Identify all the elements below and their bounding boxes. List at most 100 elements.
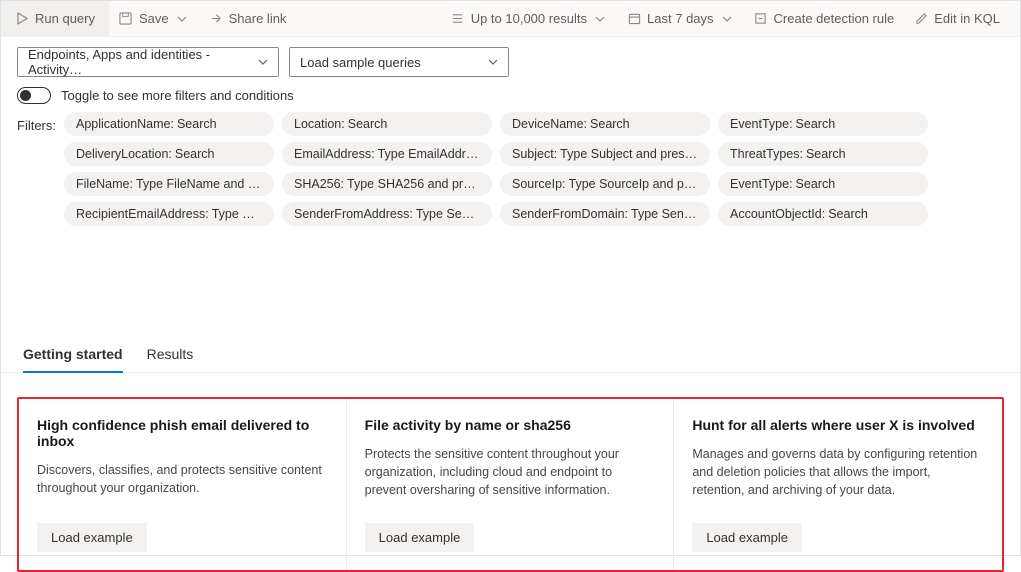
filter-value: Search: [796, 177, 836, 191]
save-label: Save: [139, 11, 169, 26]
filter-pill-location[interactable]: Location:Search: [282, 112, 492, 136]
create-detection-rule-button[interactable]: Create detection rule: [744, 1, 905, 37]
chevron-down-icon: [720, 12, 734, 26]
filter-pill-sha256[interactable]: SHA256:Type SHA256 and pres…: [282, 172, 492, 196]
load-example-button[interactable]: Load example: [365, 523, 475, 552]
list-icon: [451, 12, 465, 26]
tabs-bar: Getting started Results: [1, 336, 1020, 373]
card-title: Hunt for all alerts where user X is invo…: [692, 417, 984, 433]
example-card: High confidence phish email delivered to…: [19, 399, 347, 570]
card-title: High confidence phish email delivered to…: [37, 417, 328, 449]
results-limit-button[interactable]: Up to 10,000 results: [441, 1, 617, 37]
filter-pill-deliverylocation[interactable]: DeliveryLocation:Search: [64, 142, 274, 166]
save-button[interactable]: Save: [109, 1, 199, 37]
filter-value: Type SourceIp and pre…: [569, 177, 698, 191]
tab-getting-started[interactable]: Getting started: [23, 336, 123, 372]
card-description: Manages and governs data by configuring …: [692, 445, 984, 499]
filter-value: Type Send…: [416, 207, 480, 221]
edit-kql-label: Edit in KQL: [934, 11, 1000, 26]
calendar-icon: [627, 12, 641, 26]
example-card: Hunt for all alerts where user X is invo…: [674, 399, 1002, 570]
chevron-down-icon: [488, 57, 498, 67]
filter-value: Type Rec…: [212, 207, 262, 221]
filter-pill-filename[interactable]: FileName:Type FileName and pr…: [64, 172, 274, 196]
top-toolbar: Run query Save Share link Up to 10,000 r…: [1, 1, 1020, 37]
scope-select[interactable]: Endpoints, Apps and identities - Activit…: [17, 47, 279, 77]
filter-pill-senderfromaddress[interactable]: SenderFromAddress:Type Send…: [282, 202, 492, 226]
filter-name: DeviceName:: [512, 117, 587, 131]
toolbar-left-group: Run query Save Share link: [1, 1, 296, 37]
filter-pill-senderfromdomain[interactable]: SenderFromDomain:Type Sende…: [500, 202, 710, 226]
example-card: File activity by name or sha256 Protects …: [347, 399, 675, 570]
toolbar-right-group: Up to 10,000 results Last 7 days Create …: [441, 1, 1020, 37]
card-description: Protects the sensitive content throughou…: [365, 445, 656, 499]
filter-name: EventType:: [730, 117, 793, 131]
filter-pill-subject[interactable]: Subject:Type Subject and press …: [500, 142, 710, 166]
filter-name: RecipientEmailAddress:: [76, 207, 209, 221]
filters-grid: ApplicationName:SearchLocation:SearchDev…: [64, 112, 928, 226]
filter-name: EmailAddress:: [294, 147, 375, 161]
sample-value: Load sample queries: [300, 55, 421, 70]
filter-pill-accountobjectid[interactable]: AccountObjectId:Search: [718, 202, 928, 226]
filter-pill-threattypes[interactable]: ThreatTypes:Search: [718, 142, 928, 166]
filter-name: ThreatTypes:: [730, 147, 803, 161]
load-example-button[interactable]: Load example: [37, 523, 147, 552]
filter-pill-emailaddress[interactable]: EmailAddress:Type EmailAddres…: [282, 142, 492, 166]
filter-pill-eventtype[interactable]: EventType:Search: [718, 172, 928, 196]
filter-value: Type Subject and press …: [560, 147, 698, 161]
filter-value: Type SHA256 and pres…: [347, 177, 480, 191]
time-range-button[interactable]: Last 7 days: [617, 1, 744, 37]
filter-name: DeliveryLocation:: [76, 147, 172, 161]
load-example-button[interactable]: Load example: [692, 523, 802, 552]
filter-value: Search: [177, 117, 217, 131]
results-limit-label: Up to 10,000 results: [471, 11, 587, 26]
chevron-down-icon: [258, 57, 268, 67]
filter-name: SHA256:: [294, 177, 344, 191]
tab-results[interactable]: Results: [147, 336, 194, 372]
filter-value: Search: [806, 147, 846, 161]
filter-name: AccountObjectId:: [730, 207, 825, 221]
filter-name: SenderFromDomain:: [512, 207, 628, 221]
share-link-button[interactable]: Share link: [199, 1, 297, 37]
filter-pill-eventtype[interactable]: EventType:Search: [718, 112, 928, 136]
filter-pill-applicationname[interactable]: ApplicationName:Search: [64, 112, 274, 136]
time-range-label: Last 7 days: [647, 11, 714, 26]
filters-block: Filters: ApplicationName:SearchLocation:…: [1, 112, 1020, 236]
tab-results-label: Results: [147, 346, 194, 362]
filter-name: EventType:: [730, 177, 793, 191]
filter-name: Location:: [294, 117, 345, 131]
filter-name: FileName:: [76, 177, 133, 191]
toggle-row: Toggle to see more filters and condition…: [1, 83, 1020, 112]
more-filters-toggle[interactable]: [17, 87, 51, 104]
play-icon: [15, 12, 29, 26]
filter-name: SourceIp:: [512, 177, 566, 191]
sample-queries-select[interactable]: Load sample queries: [289, 47, 509, 77]
share-icon: [209, 12, 223, 26]
filter-value: Search: [796, 117, 836, 131]
filter-pill-devicename[interactable]: DeviceName:Search: [500, 112, 710, 136]
chevron-down-icon: [175, 12, 189, 26]
filter-name: ApplicationName:: [76, 117, 174, 131]
scope-value: Endpoints, Apps and identities - Activit…: [28, 47, 250, 77]
chevron-down-icon: [593, 12, 607, 26]
filter-name: SenderFromAddress:: [294, 207, 413, 221]
share-label: Share link: [229, 11, 287, 26]
edit-in-kql-button[interactable]: Edit in KQL: [904, 1, 1010, 37]
filter-pill-recipientemailaddress[interactable]: RecipientEmailAddress:Type Rec…: [64, 202, 274, 226]
tab-getting-started-label: Getting started: [23, 346, 123, 362]
alert-icon: [754, 12, 768, 26]
filter-value: Type EmailAddres…: [378, 147, 480, 161]
filter-value: Type FileName and pr…: [136, 177, 262, 191]
filter-pill-sourceip[interactable]: SourceIp:Type SourceIp and pre…: [500, 172, 710, 196]
run-query-button[interactable]: Run query: [1, 1, 109, 37]
create-rule-label: Create detection rule: [774, 11, 895, 26]
selectors-row: Endpoints, Apps and identities - Activit…: [1, 37, 1020, 83]
card-description: Discovers, classifies, and protects sens…: [37, 461, 328, 499]
card-title: File activity by name or sha256: [365, 417, 656, 433]
save-icon: [119, 12, 133, 26]
filter-value: Search: [590, 117, 630, 131]
filter-value: Type Sende…: [631, 207, 698, 221]
run-query-label: Run query: [35, 11, 95, 26]
edit-icon: [914, 12, 928, 26]
filter-value: Search: [348, 117, 388, 131]
